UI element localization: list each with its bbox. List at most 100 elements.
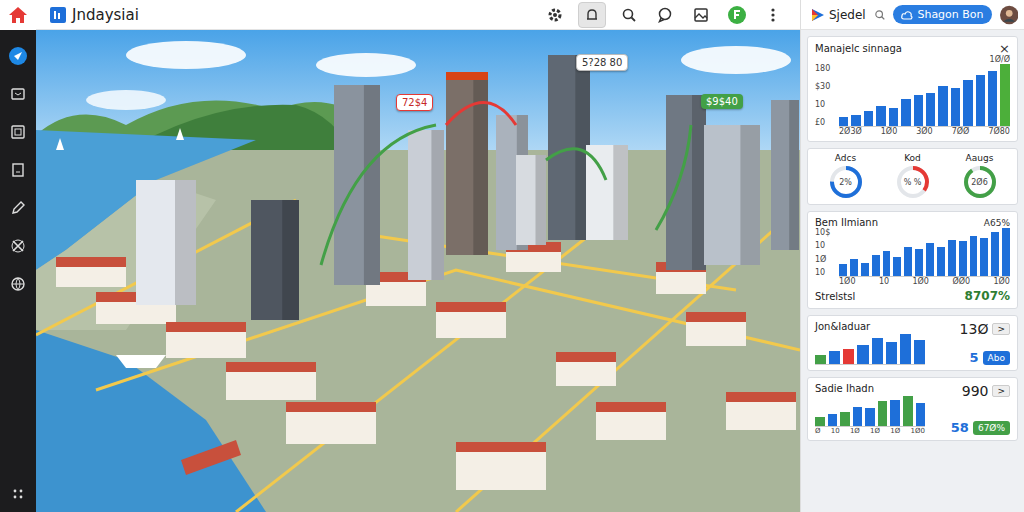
donut-metric[interactable]: Kod % % [895, 153, 931, 200]
chart-bar[interactable] [889, 108, 898, 126]
gear-icon [547, 7, 563, 23]
chart-bar[interactable] [980, 238, 988, 276]
monitor-icon [10, 86, 26, 102]
y-tick: 10$ [815, 228, 835, 237]
search-icon[interactable] [874, 8, 886, 22]
logo-icon [50, 7, 66, 23]
primary-button[interactable]: Shagon Bon [893, 5, 991, 24]
chart-bar[interactable] [926, 93, 935, 126]
chart-bar[interactable] [901, 99, 910, 126]
chart-bar[interactable] [914, 340, 925, 364]
donut-metric[interactable]: Aaugs 2Ø6 [962, 153, 998, 200]
donut-label: Kod [904, 153, 921, 163]
sidebar-item[interactable] [6, 272, 30, 296]
app-logo[interactable]: Jndaysiai [50, 6, 139, 24]
mini-card: Sadie Ihadn Ø101Ø1Ø1Ø1Ø0 990 > 58 67Ø% [807, 377, 1018, 441]
toolbar-button[interactable] [688, 3, 714, 27]
chart-bar[interactable] [886, 342, 897, 365]
chart-bar[interactable] [883, 251, 891, 276]
card-corner-value: A65% [984, 218, 1010, 228]
brand[interactable]: Sjedel [811, 8, 866, 22]
chart-bar[interactable] [843, 349, 854, 364]
toolbar-button[interactable] [760, 3, 786, 27]
sidebar-item[interactable] [6, 196, 30, 220]
chart-bar[interactable] [948, 240, 956, 276]
map-label[interactable]: 5?28 80 [576, 54, 628, 71]
x-tick: Ø [815, 427, 821, 435]
chart-bar[interactable] [926, 243, 934, 276]
chart-bar[interactable] [851, 115, 860, 126]
chart-bar[interactable] [839, 264, 847, 276]
chart-bar[interactable] [991, 232, 999, 276]
chart-bar[interactable] [876, 106, 885, 126]
card-title: Manajelc sinnaga [815, 43, 902, 54]
bar-chart [839, 64, 1010, 127]
chart-bar[interactable] [864, 111, 873, 127]
chart-bar[interactable] [850, 259, 858, 276]
x-tick: 1Ø0 [912, 277, 928, 286]
chart-bar[interactable] [890, 400, 900, 426]
chart-bar[interactable] [900, 334, 911, 364]
chart-bar[interactable] [904, 247, 912, 276]
city-map[interactable]: 72$4 5?28 80 $9$40 [36, 30, 800, 512]
document-icon [10, 162, 26, 178]
chart-bar[interactable] [878, 401, 888, 426]
sidebar-item[interactable] [6, 44, 30, 68]
chart-bar[interactable] [976, 75, 985, 126]
toolbar-button[interactable] [616, 3, 642, 27]
x-tick: 10 [879, 277, 889, 286]
map-label[interactable]: 72$4 [396, 94, 433, 111]
chart-bar[interactable] [840, 412, 850, 426]
chart-bar[interactable] [828, 414, 838, 426]
toolbar [542, 2, 786, 28]
sidebar-item[interactable] [6, 82, 30, 106]
sidebar-item[interactable] [6, 120, 30, 144]
chart-bar[interactable] [937, 247, 945, 276]
toolbar-button[interactable] [652, 3, 678, 27]
card-value: 990 [962, 383, 989, 399]
card-badge: 67Ø% [973, 421, 1010, 435]
close-button[interactable]: × [999, 42, 1010, 55]
chart-bar[interactable] [829, 351, 840, 364]
chart-bar[interactable] [959, 241, 967, 276]
chart-bar[interactable] [861, 263, 869, 276]
chart-bar[interactable] [815, 355, 826, 364]
y-tick: 1Ø [815, 255, 835, 264]
chart-bar[interactable] [915, 249, 923, 276]
chart-bar[interactable] [951, 88, 960, 126]
avatar-icon[interactable] [1000, 4, 1018, 26]
chart-bar[interactable] [916, 403, 926, 426]
chart-bar[interactable] [872, 338, 883, 364]
home-button[interactable] [0, 0, 36, 30]
card-value: 13Ø [960, 321, 989, 337]
chart-bar[interactable] [839, 117, 848, 126]
grid-icon[interactable] [12, 488, 24, 500]
sidebar-item[interactable] [6, 158, 30, 182]
chart-bar[interactable] [815, 417, 825, 426]
chart-bar[interactable] [903, 396, 913, 426]
map-label[interactable]: $9$40 [701, 94, 743, 109]
chart-bar[interactable] [938, 86, 947, 126]
chart-bar[interactable] [893, 257, 901, 276]
chart-bar[interactable] [872, 255, 880, 276]
chart-bar[interactable] [857, 345, 868, 364]
toolbar-button[interactable] [542, 3, 568, 27]
stats-panel: Manajelc sinnaga × 1Ø/Ø 180$3010£0 2Ø3Ø1… [800, 30, 1024, 512]
chart-bar[interactable] [963, 80, 972, 127]
chart-bar[interactable] [988, 71, 997, 126]
chart-bar[interactable] [914, 95, 923, 126]
toolbar-button[interactable] [578, 2, 606, 28]
manage-card: Manajelc sinnaga × 1Ø/Ø 180$3010£0 2Ø3Ø1… [807, 36, 1018, 142]
x-tick: 1Ø0 [911, 427, 925, 435]
chart-bar[interactable] [1000, 64, 1009, 126]
chart-bar[interactable] [853, 407, 863, 427]
chart-bar[interactable] [865, 408, 875, 426]
next-button[interactable]: > [992, 323, 1010, 335]
next-button[interactable]: > [992, 385, 1010, 397]
toolbar-button[interactable] [724, 3, 750, 27]
sidebar-item[interactable] [6, 234, 30, 258]
donut-metric[interactable]: Adcs 2% [828, 153, 864, 200]
x-tick: 1Ø [870, 427, 880, 435]
chart-bar[interactable] [970, 236, 978, 276]
chart-bar[interactable] [1002, 228, 1010, 276]
